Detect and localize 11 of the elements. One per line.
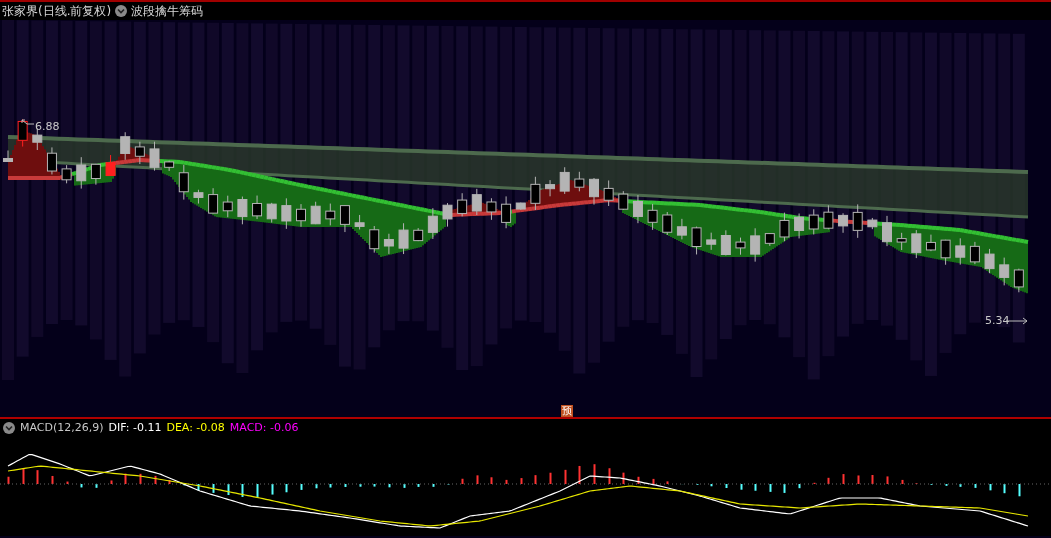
dropdown-icon[interactable] bbox=[115, 5, 128, 17]
dropdown-icon[interactable] bbox=[3, 421, 15, 434]
forecast-badge: 预 bbox=[561, 405, 573, 417]
macd-value: MACD: -0.06 bbox=[229, 421, 299, 434]
high-price-label: 6.88 bbox=[35, 121, 60, 133]
dif-value: DIF: -0.11 bbox=[108, 421, 162, 434]
low-price-label: 5.34 bbox=[985, 315, 1010, 327]
stock-title: 张家界(日线.前复权) bbox=[2, 2, 112, 20]
indicator-name[interactable]: 波段擒牛筹码 bbox=[131, 2, 204, 20]
dea-value: DEA: -0.08 bbox=[166, 421, 225, 434]
indicator-name: MACD(12,26,9) bbox=[20, 421, 104, 434]
